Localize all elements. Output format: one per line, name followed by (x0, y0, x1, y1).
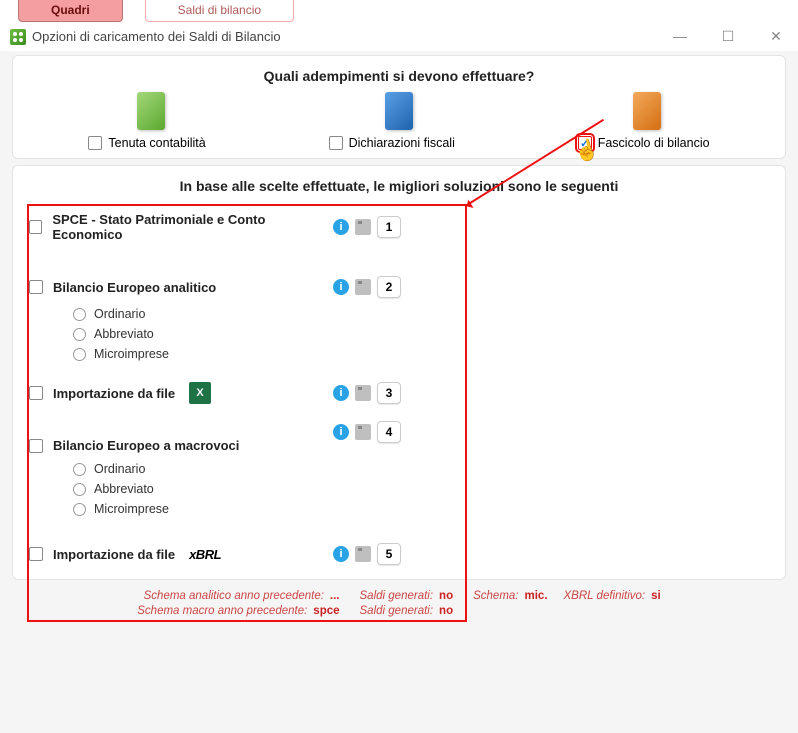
radio-icon (73, 348, 86, 361)
checkbox-icon (88, 136, 102, 150)
status-footer: Schema analitico anno precedente:... Sch… (0, 582, 798, 623)
tab-saldi-di-bilancio[interactable]: Saldi di bilancio (145, 0, 294, 22)
info-icon[interactable]: i (333, 279, 349, 295)
option-import-file-xbrl[interactable]: Importazione da file xBRL i 5 (27, 535, 771, 573)
info-icon[interactable]: i (333, 219, 349, 235)
box-icon-orange (633, 92, 661, 130)
radio-icon (73, 463, 86, 476)
footer-label: Saldi generati: (360, 605, 434, 617)
checkbox-label: Tenuta contabilità (108, 136, 205, 150)
radio-microimprese[interactable]: Microimprese (73, 344, 771, 364)
soluzioni-heading: In base alle scelte effettuate, le migli… (27, 178, 771, 194)
xbrl-icon: xBRL (189, 547, 221, 562)
adempimenti-panel: Quali adempimenti si devono effettuare? … (12, 55, 786, 159)
option-bilancio-macrovoci[interactable]: Bilancio Europeo a macrovoci i 4 (27, 430, 771, 461)
option-label: Bilancio Europeo analitico (53, 280, 216, 295)
checkbox-icon (29, 386, 43, 400)
checkbox-tenuta-contabilita[interactable]: Tenuta contabilità (88, 136, 205, 150)
option-label: Bilancio Europeo a macrovoci (53, 438, 239, 453)
checkbox-icon-checked (578, 136, 592, 150)
window-close-button[interactable]: ✕ (764, 28, 788, 45)
option-label: Importazione da file (53, 547, 175, 562)
adempimenti-heading: Quali adempimenti si devono effettuare? (27, 68, 771, 84)
sequence-button[interactable]: 3 (377, 382, 401, 404)
window-title: Opzioni di caricamento dei Saldi di Bila… (32, 29, 281, 44)
radio-icon (73, 483, 86, 496)
subgroup-macrovoci: Ordinario Abbreviato Microimprese (27, 459, 771, 519)
footer-value: ... (330, 590, 340, 602)
option-spce[interactable]: SPCE - Stato Patrimoniale e Conto Econom… (27, 204, 771, 250)
checkbox-label: Dichiarazioni fiscali (349, 136, 455, 150)
radio-label: Ordinario (94, 462, 145, 476)
disk-icon[interactable] (355, 385, 371, 401)
box-icon-blue (385, 92, 413, 130)
excel-icon: X (189, 382, 211, 404)
footer-label: Saldi generati: (360, 590, 434, 602)
radio-label: Abbreviato (94, 482, 154, 496)
window-minimize-button[interactable]: — (668, 28, 692, 45)
footer-label: Schema analitico anno precedente: (144, 590, 324, 602)
option-label: SPCE - Stato Patrimoniale e Conto Econom… (52, 212, 323, 242)
radio-microimprese[interactable]: Microimprese (73, 499, 771, 519)
footer-value: spce (313, 605, 339, 617)
radio-icon (73, 328, 86, 341)
info-icon[interactable]: i (333, 385, 349, 401)
radio-label: Ordinario (94, 307, 145, 321)
checkbox-fascicolo-di-bilancio[interactable]: Fascicolo di bilancio ☝ (578, 136, 710, 150)
checkbox-icon (29, 280, 43, 294)
subgroup-analitico: Ordinario Abbreviato Microimprese (27, 304, 771, 364)
box-icon-green (137, 92, 165, 130)
info-icon[interactable]: i (333, 546, 349, 562)
radio-abbreviato[interactable]: Abbreviato (73, 479, 771, 499)
checkbox-dichiarazioni-fiscali[interactable]: Dichiarazioni fiscali (329, 136, 455, 150)
sequence-button[interactable]: 4 (377, 421, 401, 443)
sequence-button[interactable]: 5 (377, 543, 401, 565)
disk-icon[interactable] (355, 546, 371, 562)
option-label: Importazione da file (53, 386, 175, 401)
disk-icon[interactable] (355, 279, 371, 295)
footer-label: XBRL definitivo: (564, 590, 646, 602)
disk-icon[interactable] (355, 424, 371, 440)
checkbox-label: Fascicolo di bilancio (598, 136, 710, 150)
radio-ordinario[interactable]: Ordinario (73, 459, 771, 479)
radio-label: Microimprese (94, 502, 169, 516)
checkbox-icon (29, 439, 43, 453)
window-maximize-button[interactable]: ☐ (716, 28, 740, 45)
info-icon[interactable]: i (333, 424, 349, 440)
sequence-button[interactable]: 2 (377, 276, 401, 298)
sequence-button[interactable]: 1 (377, 216, 401, 238)
checkbox-icon (329, 136, 343, 150)
tab-quadri[interactable]: Quadri (18, 0, 123, 22)
top-tab-bar: Quadri Saldi di bilancio (0, 0, 798, 22)
radio-label: Microimprese (94, 347, 169, 361)
disk-icon[interactable] (355, 219, 371, 235)
radio-abbreviato[interactable]: Abbreviato (73, 324, 771, 344)
option-bilancio-analitico[interactable]: Bilancio Europeo analitico i 2 (27, 268, 771, 306)
checkbox-icon (29, 220, 42, 234)
app-icon (10, 29, 26, 45)
checkbox-icon (29, 547, 43, 561)
radio-icon (73, 308, 86, 321)
window-title-bar: Opzioni di caricamento dei Saldi di Bila… (0, 22, 798, 51)
radio-label: Abbreviato (94, 327, 154, 341)
footer-value: no (439, 605, 453, 617)
footer-label: Schema: (473, 590, 518, 602)
footer-label: Schema macro anno precedente: (137, 605, 307, 617)
footer-value: no (439, 590, 453, 602)
footer-value: mic. (525, 590, 548, 602)
radio-icon (73, 503, 86, 516)
radio-ordinario[interactable]: Ordinario (73, 304, 771, 324)
footer-value: si (651, 590, 661, 602)
option-import-file-excel[interactable]: Importazione da file X i 3 (27, 374, 771, 412)
soluzioni-panel: In base alle scelte effettuate, le migli… (12, 165, 786, 580)
